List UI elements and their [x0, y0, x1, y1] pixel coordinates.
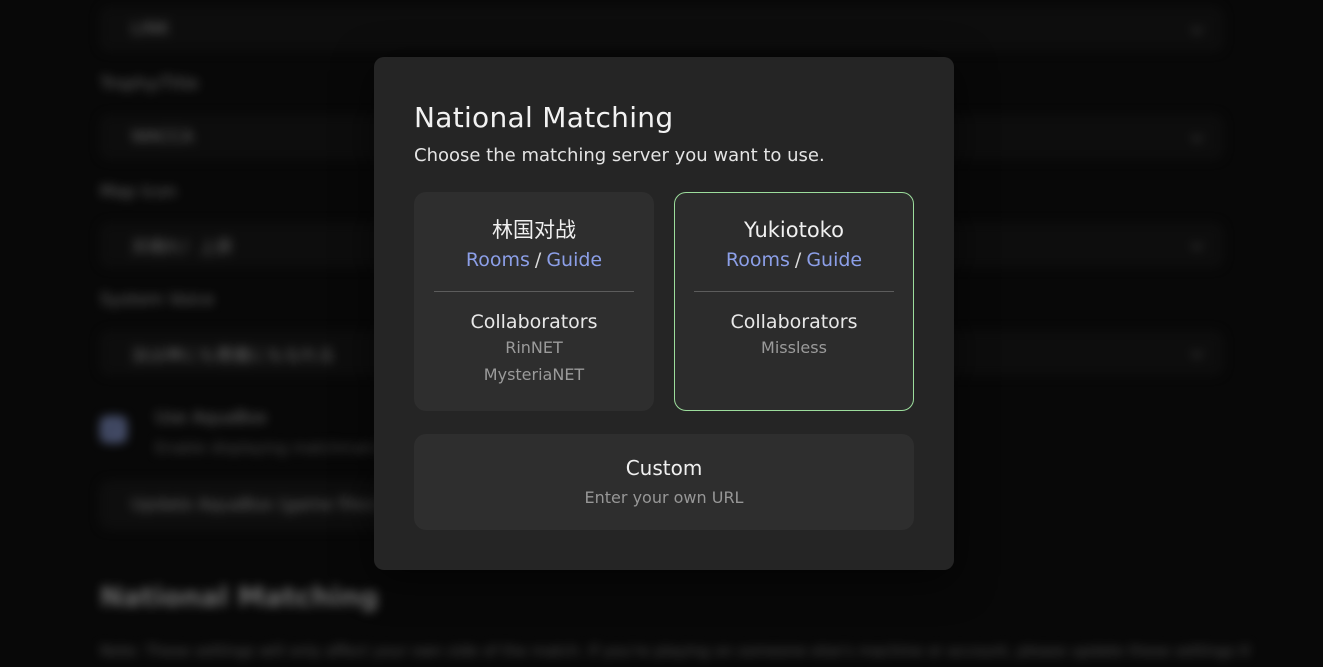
custom-server-card[interactable]: Custom Enter your own URL	[414, 434, 914, 530]
modal-subtitle: Choose the matching server you want to u…	[414, 145, 914, 167]
modal-title: National Matching	[414, 103, 914, 133]
rooms-link[interactable]: Rooms	[726, 249, 790, 271]
link-separator: /	[535, 249, 541, 271]
server-name: Yukiotoko	[675, 217, 913, 243]
app-screen: LINK Trophy/Title WACCA Map Icon 天晴れ！上昇 …	[0, 0, 1323, 667]
server-cards-row: 林国对战 Rooms/Guide Collaborators RinNET My…	[414, 192, 914, 411]
guide-link[interactable]: Guide	[546, 249, 602, 271]
collaborator-name: MysteriaNET	[415, 361, 653, 388]
divider	[434, 291, 634, 292]
collaborators-heading: Collaborators	[415, 310, 653, 334]
server-card-linguo[interactable]: 林国对战 Rooms/Guide Collaborators RinNET My…	[414, 192, 654, 411]
divider	[694, 291, 894, 292]
national-matching-modal: National Matching Choose the matching se…	[374, 57, 954, 570]
server-links: Rooms/Guide	[415, 247, 653, 273]
link-separator: /	[795, 249, 801, 271]
collaborators-heading: Collaborators	[675, 310, 913, 334]
collaborator-name: Missless	[675, 334, 913, 361]
rooms-link[interactable]: Rooms	[466, 249, 530, 271]
custom-card-subtitle: Enter your own URL	[585, 487, 744, 509]
guide-link[interactable]: Guide	[806, 249, 862, 271]
server-card-yukiotoko[interactable]: Yukiotoko Rooms/Guide Collaborators Miss…	[674, 192, 914, 411]
server-links: Rooms/Guide	[675, 247, 913, 273]
collaborator-name: RinNET	[415, 334, 653, 361]
custom-card-title: Custom	[626, 455, 703, 481]
server-name: 林国对战	[415, 217, 653, 243]
